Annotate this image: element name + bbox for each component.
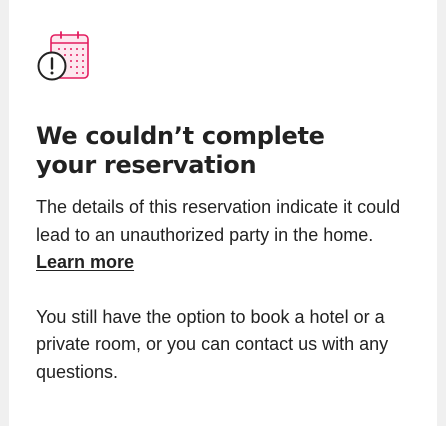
learn-more-link[interactable]: Learn more <box>36 252 134 272</box>
page-title: We couldn’t complete your reservation <box>36 122 325 179</box>
reservation-details-paragraph: The details of this reservation indicate… <box>36 194 411 277</box>
reservation-error-card: We couldn’t complete your reservation Th… <box>9 0 437 426</box>
reservation-details-text: The details of this reservation indicate… <box>36 197 401 245</box>
calendar-warning-icon <box>36 30 96 84</box>
alternative-options-paragraph: You still have the option to book a hote… <box>36 306 389 382</box>
